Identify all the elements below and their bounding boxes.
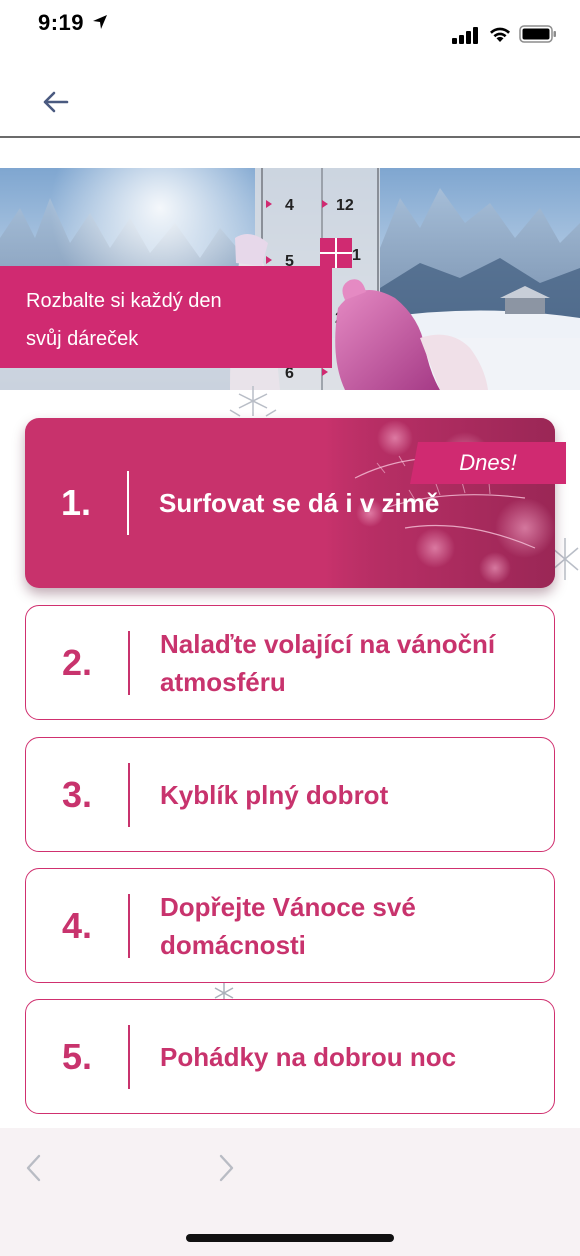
- status-time: 9:19: [38, 10, 85, 35]
- nav-header: [0, 58, 580, 138]
- day-title: Dopřejte Vánoce své domácnosti: [160, 891, 416, 960]
- signal-bars-icon: [452, 27, 478, 44]
- prev-button[interactable]: [18, 1150, 48, 1186]
- svg-text:12: 12: [336, 197, 354, 214]
- battery-icon: [519, 25, 556, 43]
- location-arrow-icon: [93, 15, 107, 29]
- back-button[interactable]: [32, 82, 78, 122]
- day-number: 2.: [61, 641, 93, 683]
- next-button[interactable]: [212, 1150, 242, 1186]
- svg-text:1: 1: [352, 247, 361, 264]
- day-card-4[interactable]: 4. Dopřejte Vánoce své domácnosti: [25, 868, 555, 983]
- hero-caption-line1: Rozbalte si každý den: [26, 290, 222, 312]
- hero-caption: Rozbalte si každý den svůj dáreček: [0, 266, 332, 368]
- arrow-left-icon: [43, 91, 69, 113]
- day-title: Pohádky na dobrou noc: [160, 1041, 457, 1072]
- day-number: 1.: [60, 482, 92, 523]
- day-number: 5.: [61, 1035, 93, 1077]
- hero-banner: 4 12 5 1 24 6 Rozbalte si každý den: [0, 168, 580, 390]
- day-card-5[interactable]: 5. Pohádky na dobrou noc: [25, 999, 555, 1114]
- status-bar: 9:19: [0, 0, 580, 58]
- day-number: 4.: [61, 904, 93, 946]
- day-card-3[interactable]: 3. Kyblík plný dobrot: [25, 737, 555, 852]
- day-title: Nalaďte volající na vánoční atmosféru: [160, 628, 496, 697]
- hero-caption-line2: svůj dáreček: [26, 328, 139, 350]
- wifi-icon: [490, 27, 510, 42]
- app-screen: 9:19 4 12 5 1 6 Rozbalte si každý den sv…: [0, 0, 580, 1256]
- today-badge: Dnes!: [410, 442, 566, 484]
- chevron-right-icon: [219, 1154, 234, 1182]
- day-number: 3.: [61, 773, 93, 815]
- day-title: Surfovat se dá i v zimě: [159, 488, 440, 518]
- day-card-2[interactable]: 2. Nalaďte volající na vánoční atmosféru: [25, 605, 555, 720]
- chevron-left-icon: [26, 1154, 41, 1182]
- day-title: Kyblík plný dobrot: [160, 779, 389, 810]
- svg-text:4: 4: [285, 197, 294, 214]
- home-indicator: [186, 1234, 394, 1242]
- snowflake-icon: [229, 386, 277, 417]
- bottom-toolbar: [0, 1128, 580, 1256]
